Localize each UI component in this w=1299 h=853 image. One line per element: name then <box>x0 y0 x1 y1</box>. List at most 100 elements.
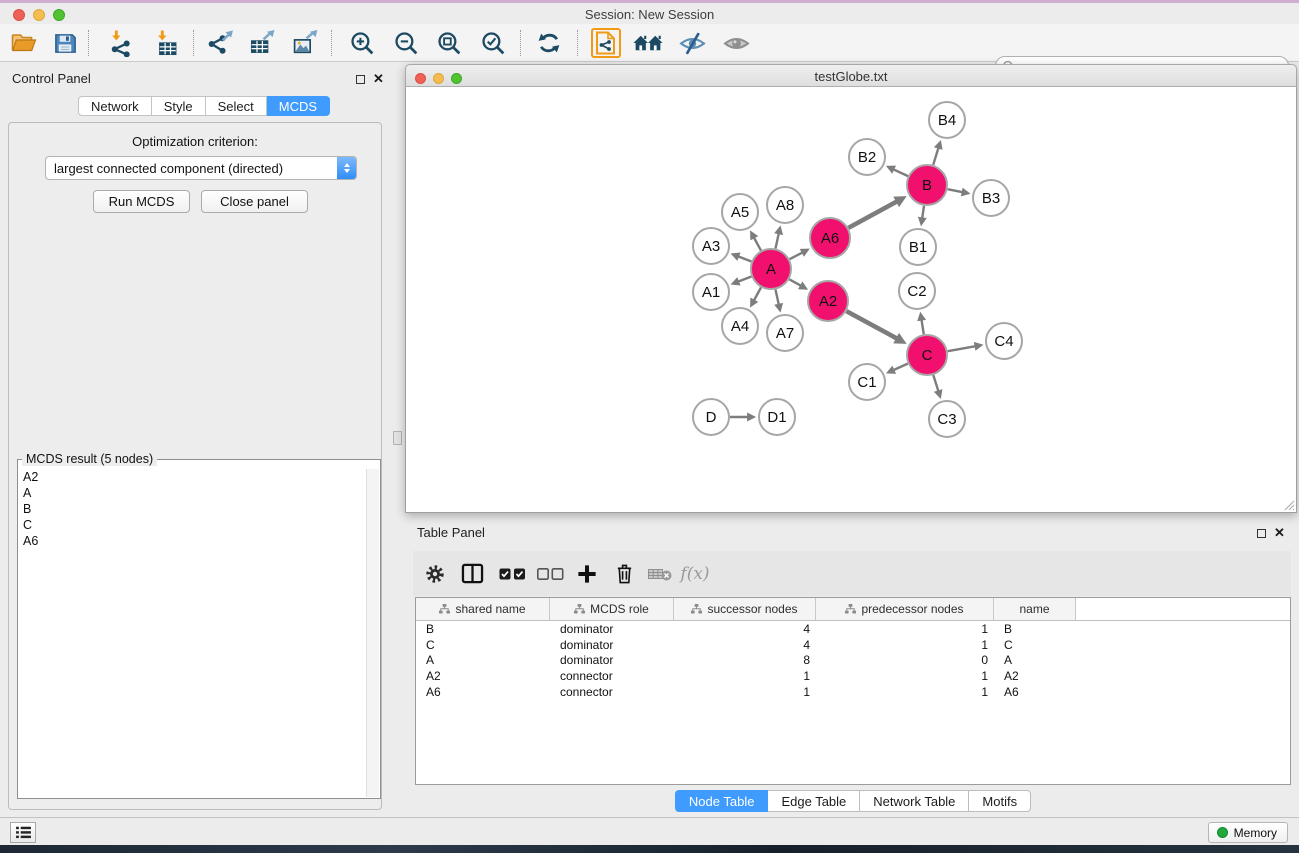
zoom-out-button[interactable] <box>391 28 421 58</box>
float-panel-icon[interactable] <box>356 75 365 84</box>
delete-column-trash-icon[interactable] <box>608 551 640 596</box>
tab-motifs[interactable]: Motifs <box>969 790 1031 812</box>
graph-node-A7[interactable]: A7 <box>767 315 803 351</box>
result-item[interactable]: B <box>19 501 366 517</box>
cell[interactable]: 4 <box>674 622 816 636</box>
cell[interactable]: 1 <box>816 638 994 652</box>
column-header-successor-nodes[interactable]: successor nodes <box>674 598 816 620</box>
cell[interactable]: C <box>994 638 1076 652</box>
tab-style[interactable]: Style <box>152 96 206 116</box>
graph-node-D1[interactable]: D1 <box>759 399 795 435</box>
graph-edge-A-A6[interactable] <box>790 252 803 259</box>
graph-node-A5[interactable]: A5 <box>722 194 758 230</box>
zoom-selected-button[interactable] <box>478 28 508 58</box>
graph-edge-A-A8[interactable] <box>776 233 779 248</box>
cell[interactable]: A6 <box>416 685 550 699</box>
cell[interactable]: 1 <box>816 685 994 699</box>
cell[interactable]: dominator <box>550 622 674 636</box>
result-scrollbar[interactable] <box>366 469 379 797</box>
cell[interactable]: B <box>416 622 550 636</box>
cell[interactable]: connector <box>550 669 674 683</box>
column-header-shared-name[interactable]: shared name <box>416 598 550 620</box>
cell[interactable]: dominator <box>550 653 674 667</box>
cell[interactable]: C <box>416 638 550 652</box>
result-item[interactable]: A <box>19 485 366 501</box>
result-item[interactable]: A6 <box>19 533 366 549</box>
graph-node-A8[interactable]: A8 <box>767 187 803 223</box>
splitter-handle[interactable] <box>393 431 402 445</box>
cell[interactable]: 1 <box>816 669 994 683</box>
graph-edge-A-A2[interactable] <box>789 279 801 286</box>
cell[interactable]: A <box>416 653 550 667</box>
graph-node-A2[interactable]: A2 <box>808 281 848 321</box>
network-graph[interactable]: AA1A2A3A4A5A6A7A8BB1B2B3B4CC1C2C3C4DD1 <box>406 87 1296 511</box>
network-document-button[interactable] <box>591 28 621 58</box>
graph-edge-A-A7[interactable] <box>776 290 779 305</box>
graph-node-C3[interactable]: C3 <box>929 401 965 437</box>
graph-node-B[interactable]: B <box>907 165 947 205</box>
graph-node-A[interactable]: A <box>751 249 791 289</box>
float-table-panel-icon[interactable] <box>1257 529 1266 538</box>
tab-mcds[interactable]: MCDS <box>267 96 330 116</box>
save-session-button[interactable] <box>50 28 80 58</box>
zoom-in-button[interactable] <box>347 28 377 58</box>
home-button[interactable] <box>633 28 663 58</box>
export-image-button[interactable] <box>290 28 320 58</box>
show-eye-button[interactable] <box>721 28 751 58</box>
close-panel-icon[interactable]: ✕ <box>373 74 384 84</box>
column-header-MCDS-role[interactable]: MCDS role <box>550 598 674 620</box>
table-row[interactable]: Cdominator41C <box>416 637 1290 653</box>
network-window-titlebar[interactable]: testGlobe.txt <box>405 64 1297 87</box>
graph-edge-A6-B[interactable] <box>848 201 897 228</box>
export-table-button[interactable] <box>247 28 277 58</box>
cell[interactable]: A6 <box>994 685 1076 699</box>
network-canvas[interactable]: AA1A2A3A4A5A6A7A8BB1B2B3B4CC1C2C3C4DD1 <box>405 87 1297 513</box>
graph-edge-B-B3[interactable] <box>948 189 963 192</box>
cell[interactable]: 4 <box>674 638 816 652</box>
graph-node-A3[interactable]: A3 <box>693 228 729 264</box>
graph-node-B3[interactable]: B3 <box>973 180 1009 216</box>
cell[interactable]: B <box>994 622 1076 636</box>
tab-network-table[interactable]: Network Table <box>860 790 969 812</box>
task-history-button[interactable] <box>10 822 36 843</box>
graph-node-C[interactable]: C <box>907 335 947 375</box>
import-table-button[interactable] <box>152 28 182 58</box>
cell[interactable]: A2 <box>994 669 1076 683</box>
graph-edge-C-C3[interactable] <box>933 375 938 391</box>
table-row[interactable]: Adominator80A <box>416 652 1290 668</box>
tab-network[interactable]: Network <box>78 96 152 116</box>
graph-edge-A-A1[interactable] <box>738 277 751 282</box>
graph-edge-A-A4[interactable] <box>754 287 761 300</box>
function-builder-icon[interactable]: f(x) <box>679 551 711 596</box>
table-settings-gear-icon[interactable] <box>419 551 451 596</box>
cell[interactable]: 0 <box>816 653 994 667</box>
cell[interactable]: dominator <box>550 638 674 652</box>
table-row[interactable]: Bdominator41B <box>416 621 1290 637</box>
graph-edge-C-C4[interactable] <box>948 346 976 351</box>
table-row[interactable]: A2connector11A2 <box>416 668 1290 684</box>
graph-node-B4[interactable]: B4 <box>929 102 965 138</box>
graph-node-B2[interactable]: B2 <box>849 139 885 175</box>
graph-edge-A-A3[interactable] <box>738 256 751 261</box>
tab-edge-table[interactable]: Edge Table <box>768 790 860 812</box>
add-column-icon[interactable] <box>571 551 603 596</box>
graph-node-C1[interactable]: C1 <box>849 364 885 400</box>
cell[interactable]: 1 <box>816 622 994 636</box>
graph-node-D[interactable]: D <box>693 399 729 435</box>
graph-node-A4[interactable]: A4 <box>722 308 758 344</box>
graph-edge-C-C2[interactable] <box>922 320 924 335</box>
graph-edge-B-B4[interactable] <box>933 148 938 165</box>
deselect-all-icon[interactable] <box>534 551 566 596</box>
refresh-layout-button[interactable] <box>534 28 564 58</box>
graph-node-A6[interactable]: A6 <box>810 218 850 258</box>
result-item[interactable]: A2 <box>19 469 366 485</box>
graph-node-B1[interactable]: B1 <box>900 229 936 265</box>
cell[interactable]: 1 <box>674 669 816 683</box>
tab-select[interactable]: Select <box>206 96 267 116</box>
cell[interactable]: 1 <box>674 685 816 699</box>
graph-edge-C-C1[interactable] <box>893 364 907 371</box>
graph-edge-A-A5[interactable] <box>754 238 761 251</box>
close-panel-button[interactable]: Close panel <box>201 190 308 213</box>
result-item[interactable]: C <box>19 517 366 533</box>
show-columns-icon[interactable] <box>456 551 488 596</box>
